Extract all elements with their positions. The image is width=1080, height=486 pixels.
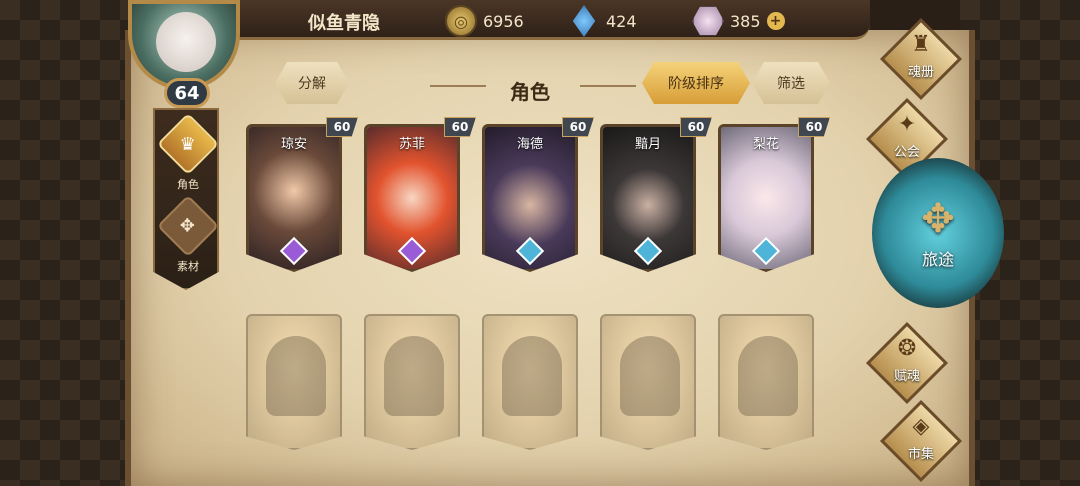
talent-icon: ❂ [897,336,917,361]
nav-market[interactable]: ◈ 市集 [879,399,963,483]
nav-journey-label: 旅途 [921,250,954,269]
decompose-button[interactable]: 分解 [275,62,349,104]
character-card-dark-moon[interactable]: 黯月 [600,124,696,272]
nav-soul-book[interactable]: ♜ 魂册 [879,17,963,101]
nav-soul-label: 魂册 [907,65,934,80]
character-card-joan[interactable]: 琼安 [246,124,342,272]
player-level-badge: 64 [164,78,210,108]
character-card-lihua[interactable]: 梨花 [718,124,814,272]
rank-sort-button[interactable]: 阶级排序 [642,62,750,104]
character-name: 黯月 [634,137,661,152]
character-card-hyde[interactable]: 海德 [482,124,578,272]
character-card-sophie[interactable]: 苏菲 [364,124,460,272]
nav-talent-label: 赋魂 [893,369,920,384]
gem-currency: 385 + [692,4,785,38]
nav-diamond-frame [879,399,963,483]
coin-currency: ◎ 6956 [445,4,524,38]
crystal-value: 424 [606,11,637,31]
gem-value: 385 [730,11,761,31]
nav-diamond-frame [879,17,963,101]
tab-material-label: 素材 [177,260,199,273]
nav-guild-label: 公会 [893,145,920,160]
section-title: 角色 [510,80,550,104]
coin-value: 6956 [483,11,524,31]
avatar-portrait [156,12,216,72]
tab-character[interactable]: ♛ 角色 [156,112,219,194]
locked-character-card[interactable] [246,314,342,450]
market-icon: ◈ [912,414,930,439]
tab-material[interactable]: ✥ 素材 [156,194,219,276]
character-silhouette [738,336,798,416]
gem-icon [692,6,724,36]
tab-character-label: 角色 [177,178,199,191]
coin-icon: ◎ [445,5,477,37]
locked-character-card[interactable] [600,314,696,450]
crystal-currency: 424 [568,4,637,38]
side-tab-panel: ♛ 角色 ✥ 素材 [153,108,219,290]
journey-icon: ✥ [921,196,955,242]
character-name: 苏菲 [398,137,425,152]
character-silhouette [384,336,444,416]
title-flourish-left [430,85,486,87]
filter-button[interactable]: 筛选 [752,62,830,104]
blue-crystal-icon [572,5,596,37]
character-name: 梨花 [752,137,779,152]
soul-book-icon: ♜ [911,32,931,57]
character-silhouette [502,336,562,416]
guild-icon: ✦ [897,112,917,137]
character-name: 海德 [516,137,543,152]
character-tab-icon: ♛ [156,112,219,176]
add-gem-button[interactable]: + [766,12,785,30]
character-silhouette [266,336,326,416]
player-name: 似鱼青隐 [308,13,380,34]
character-name: 琼安 [280,137,307,152]
locked-character-card[interactable] [718,314,814,450]
locked-character-card[interactable] [364,314,460,450]
nav-diamond-frame [865,321,949,405]
character-silhouette [620,336,680,416]
nav-market-label: 市集 [907,447,934,462]
material-tab-icon: ✥ [156,194,219,258]
nav-talent[interactable]: ❂ 赋魂 [865,321,949,405]
nav-journey[interactable]: ✥ 旅途 [872,158,1004,308]
title-flourish-right [580,85,636,87]
locked-character-card[interactable] [482,314,578,450]
